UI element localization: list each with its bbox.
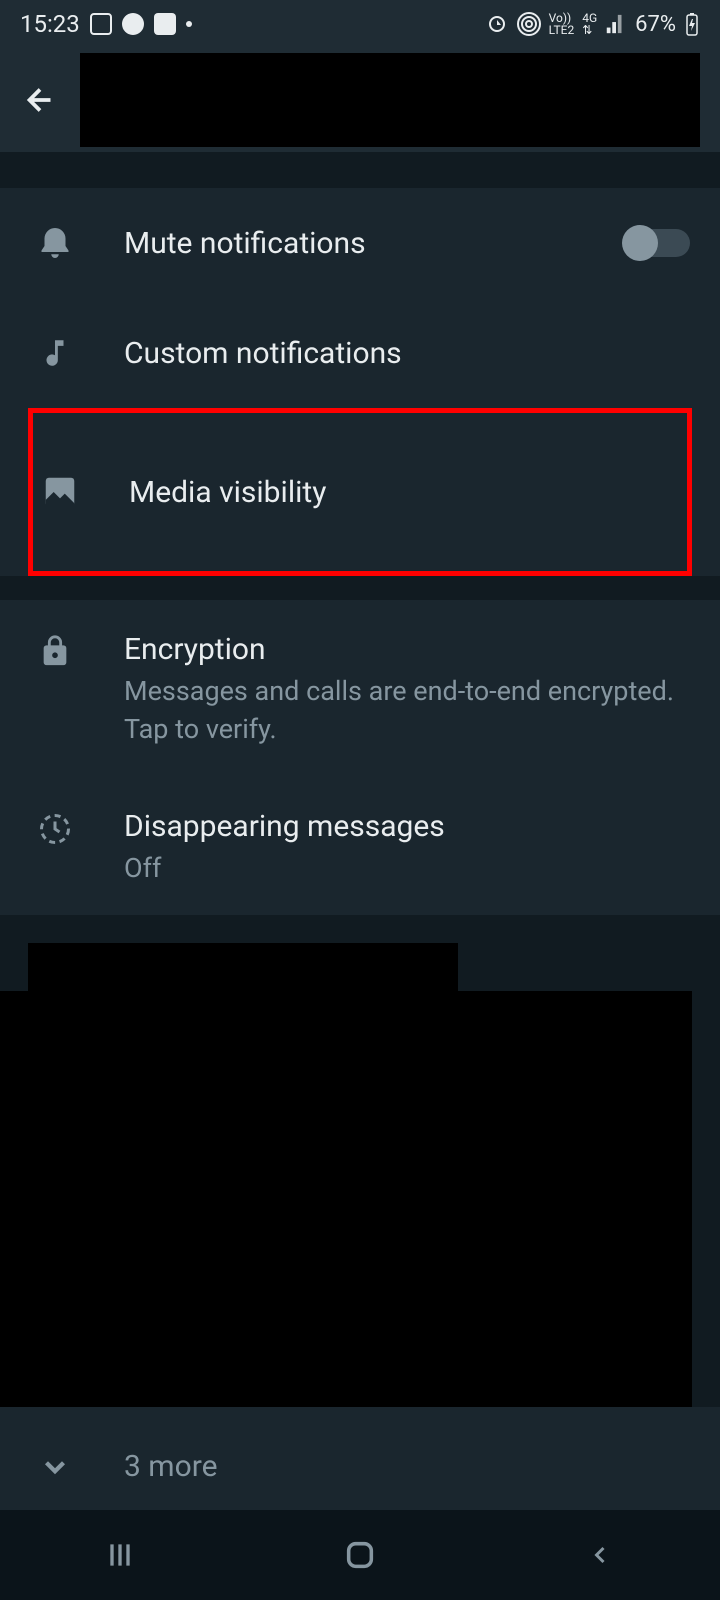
clock: 15:23	[20, 10, 80, 38]
more-label: 3 more	[124, 1447, 218, 1486]
security-section: Encryption Messages and calls are end-to…	[0, 600, 720, 915]
network-label: 4G⇅	[582, 12, 597, 36]
battery-icon	[684, 12, 700, 36]
encryption-subtitle: Messages and calls are end-to-end encryp…	[124, 673, 690, 749]
recents-icon	[104, 1539, 136, 1571]
chevron-down-icon	[38, 1450, 72, 1484]
image-icon	[90, 13, 112, 35]
notifications-section: Mute notifications Custom notifications …	[0, 188, 720, 576]
status-right: Vo))LTE2 4G⇅ 67%	[485, 12, 700, 37]
back-button[interactable]	[20, 80, 60, 120]
media-visibility-row[interactable]: Media visibility	[33, 437, 687, 547]
hotspot-icon	[517, 12, 541, 36]
redacted-heading	[28, 943, 458, 991]
app-icon-2	[154, 13, 176, 35]
status-bar: 15:23 Vo))LTE2 4G⇅ 67%	[0, 0, 720, 48]
app-icon-1	[122, 13, 144, 35]
disappearing-messages-title: Disappearing messages	[124, 807, 690, 846]
custom-notifications-label: Custom notifications	[124, 334, 690, 373]
bell-icon	[37, 225, 73, 261]
arrow-left-icon	[22, 82, 58, 118]
media-visibility-label: Media visibility	[129, 473, 687, 512]
alarm-icon	[485, 12, 509, 36]
redacted-content	[0, 991, 692, 1407]
app-bar	[0, 48, 720, 152]
status-left: 15:23	[20, 10, 192, 38]
lock-icon	[38, 634, 72, 668]
highlighted-media-visibility: Media visibility	[28, 408, 692, 576]
toggle-thumb	[622, 225, 658, 261]
back-nav-icon	[586, 1541, 614, 1569]
disappearing-messages-subtitle: Off	[124, 850, 690, 888]
custom-notifications-row[interactable]: Custom notifications	[0, 298, 720, 408]
volte-label: Vo))LTE2	[549, 12, 575, 36]
timer-icon	[37, 811, 73, 847]
mute-toggle[interactable]	[626, 229, 690, 257]
encryption-title: Encryption	[124, 630, 690, 669]
home-icon	[343, 1538, 377, 1572]
music-note-icon	[38, 336, 72, 370]
battery-percent: 67%	[635, 12, 676, 37]
navigation-bar	[0, 1510, 720, 1600]
image-icon	[41, 473, 79, 511]
signal-icon	[605, 13, 627, 35]
redacted-contact-name	[80, 53, 700, 147]
notification-dot	[186, 21, 192, 27]
redacted-section	[0, 943, 720, 1407]
mute-notifications-row[interactable]: Mute notifications	[0, 188, 720, 298]
encryption-row[interactable]: Encryption Messages and calls are end-to…	[0, 600, 720, 779]
mute-notifications-label: Mute notifications	[124, 224, 626, 263]
disappearing-messages-row[interactable]: Disappearing messages Off	[0, 779, 720, 916]
recents-button[interactable]	[80, 1535, 160, 1575]
home-button[interactable]	[320, 1535, 400, 1575]
back-nav-button[interactable]	[560, 1535, 640, 1575]
more-row[interactable]: 3 more	[0, 1407, 720, 1526]
